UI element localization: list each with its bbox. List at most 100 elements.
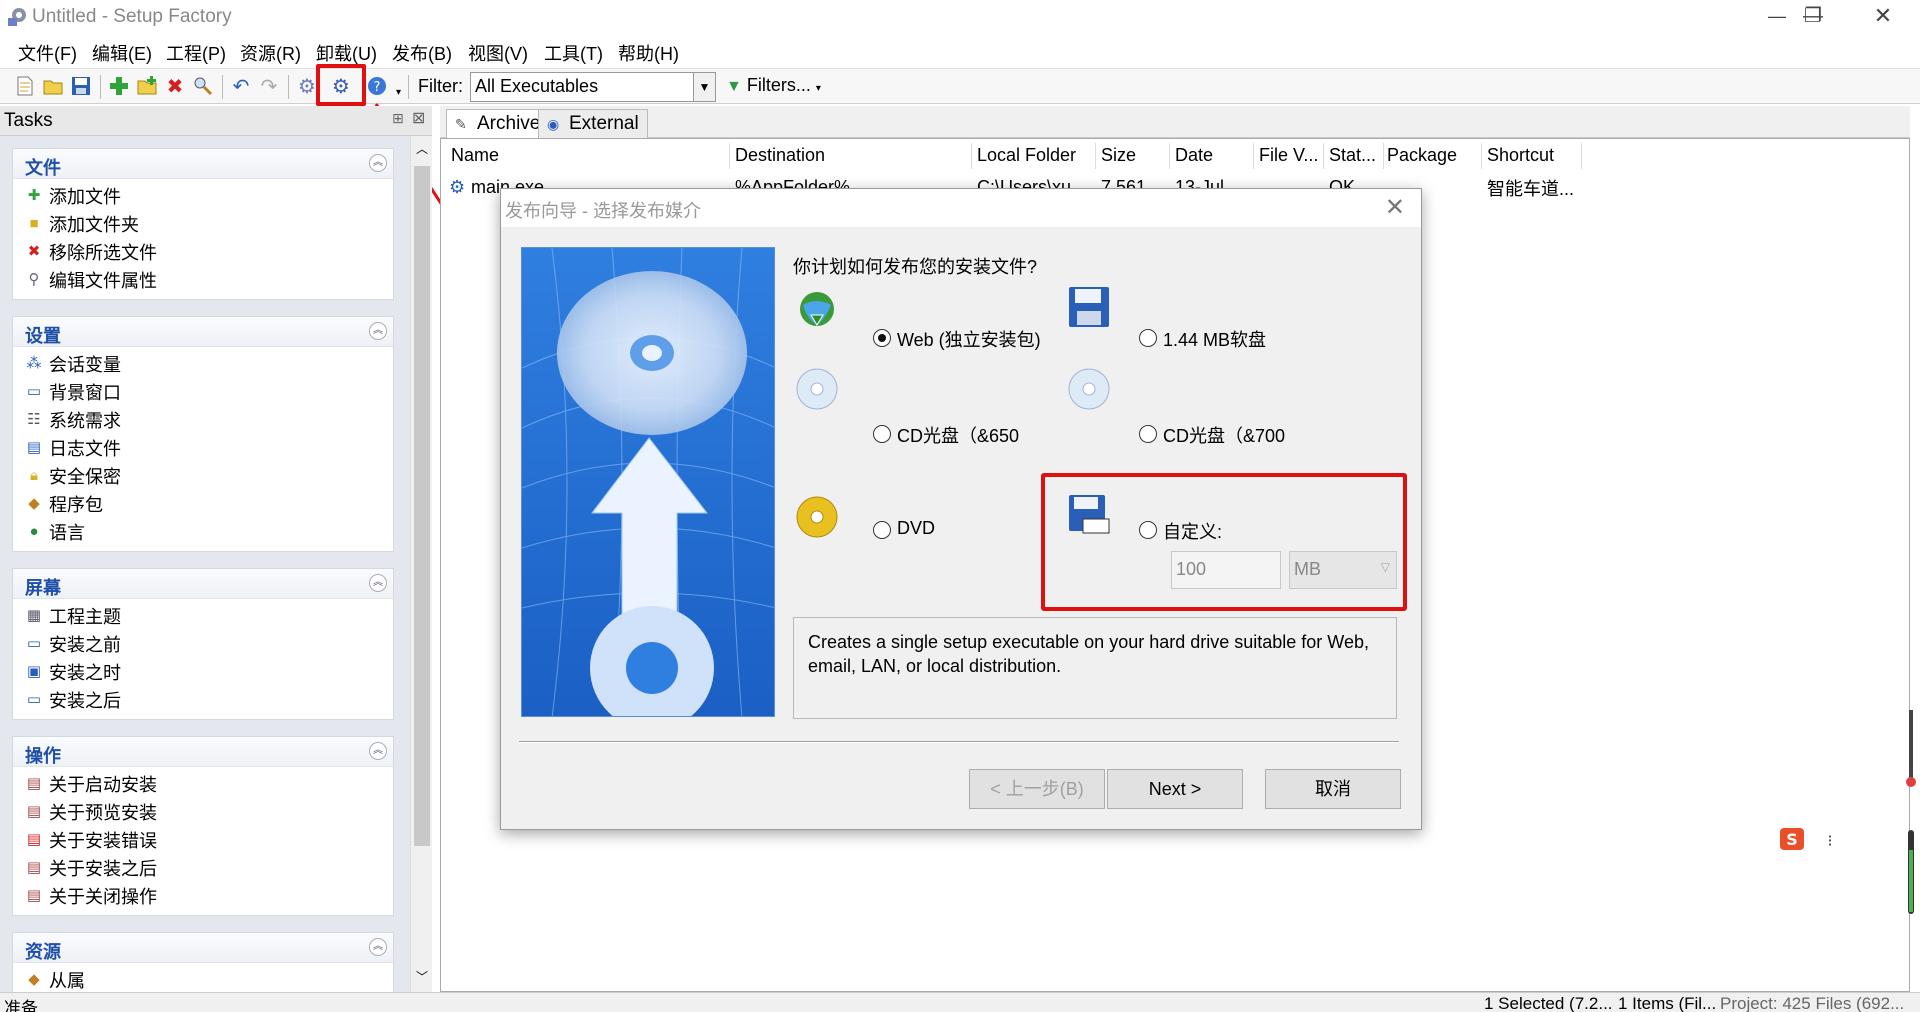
package-icon: ◆ <box>28 495 40 512</box>
radio-web[interactable] <box>873 329 891 347</box>
dialog-divider <box>519 741 1399 743</box>
open-folder-icon[interactable] <box>40 73 66 99</box>
col-package[interactable]: Package <box>1387 145 1457 166</box>
collapse-icon[interactable]: ︽ <box>369 574 387 592</box>
menu-resources[interactable]: 资源(R) <box>240 40 301 66</box>
task-after-install[interactable]: ▭ 安装之后 <box>13 687 393 715</box>
group-header[interactable]: 操作 ︽ <box>13 737 393 767</box>
collapse-icon[interactable]: ︽ <box>369 154 387 172</box>
collapse-icon[interactable]: ︽ <box>369 938 387 956</box>
cancel-button[interactable]: 取消 <box>1265 769 1401 809</box>
task-background-window[interactable]: ▭ 背景窗口 <box>13 379 393 407</box>
add-file-icon[interactable] <box>106 73 132 99</box>
scroll-down-icon[interactable]: ﹀ <box>416 968 428 985</box>
menu-project[interactable]: 工程(P) <box>166 40 226 66</box>
task-remove-files[interactable]: ✖ 移除所选文件 <box>13 239 393 267</box>
menu-view[interactable]: 视图(V) <box>468 40 528 66</box>
task-group-actions: 操作 ︽ ▤ 关于启动安装 ▤ 关于预览安装 ▤ 关于安装错误 ▤ 关于安装之后 ▤ 关于关… <box>12 736 394 916</box>
undo-icon[interactable]: ↶ <box>228 73 254 99</box>
task-add-folder[interactable]: ■ 添加文件夹 <box>13 211 393 239</box>
ime-toolbar[interactable]: S ⁝ <box>1774 822 1844 856</box>
option-cd-700-label[interactable]: CD光盘（&700 <box>1163 422 1285 448</box>
new-file-icon[interactable] <box>12 73 38 99</box>
col-destination[interactable]: Destination <box>735 145 825 166</box>
menu-tools[interactable]: 工具(T) <box>544 40 603 66</box>
redo-icon[interactable]: ↷ <box>256 73 282 99</box>
option-web-label[interactable]: Web (独立安装包) <box>897 326 1041 352</box>
task-packages[interactable]: ◆ 程序包 <box>13 491 393 519</box>
back-button[interactable]: < 上一步(B) <box>969 769 1105 809</box>
task-on-preview[interactable]: ▤ 关于预览安装 <box>13 799 393 827</box>
task-security[interactable]: 🔒︎ 安全保密 <box>13 463 393 491</box>
task-log-file[interactable]: ▤ 日志文件 <box>13 435 393 463</box>
task-during-install[interactable]: ▣ 安装之时 <box>13 659 393 687</box>
col-file-version[interactable]: File V... <box>1259 145 1318 166</box>
save-icon[interactable] <box>68 73 94 99</box>
toolbar-dropdown-icon[interactable]: ▾ <box>396 87 401 98</box>
exe-icon: ⚙ <box>449 177 466 197</box>
task-before-install[interactable]: ▭ 安装之前 <box>13 631 393 659</box>
collapse-icon[interactable]: ︽ <box>369 322 387 340</box>
option-cd-650-label[interactable]: CD光盘（&650 <box>897 422 1019 448</box>
task-project-theme[interactable]: ▦ 工程主题 <box>13 603 393 631</box>
task-on-shutdown[interactable]: ▤ 关于关闭操作 <box>13 883 393 911</box>
col-local-folder[interactable]: Local Folder <box>977 145 1076 166</box>
task-dependencies[interactable]: ◆ 从属 <box>13 967 393 992</box>
menu-publish[interactable]: 发布(B) <box>392 40 452 66</box>
group-header[interactable]: 屏幕 ︽ <box>13 569 393 599</box>
screen-icon: ▣ <box>26 663 42 680</box>
radio-dvd[interactable] <box>873 521 891 539</box>
collapse-icon[interactable]: ︽ <box>369 742 387 760</box>
menu-edit[interactable]: 编辑(E) <box>92 40 152 66</box>
tasks-panel: 文件 ︽ ✚ 添加文件 ■ 添加文件夹 ✖ 移除所选文件 ⚲ 编辑文件属性 设置 ︽ ⁂ 会话… <box>0 136 410 992</box>
filter-select[interactable]: All Executables ▼ <box>470 72 716 102</box>
option-floppy-label[interactable]: 1.44 MB软盘 <box>1163 326 1266 352</box>
script-icon: ▤ <box>26 859 42 876</box>
task-session-variables[interactable]: ⁂ 会话变量 <box>13 351 393 379</box>
task-on-startup[interactable]: ▤ 关于启动安装 <box>13 771 393 799</box>
filters-button[interactable]: ▼ Filters... ▾ <box>722 72 844 102</box>
task-system-requirements[interactable]: ☷ 系统需求 <box>13 407 393 435</box>
radio-cd-650[interactable] <box>873 425 891 443</box>
scroll-up-icon[interactable]: ︿ <box>416 140 428 157</box>
radio-cd-700[interactable] <box>1139 425 1157 443</box>
tab-archive[interactable]: ✎ Archive <box>446 109 550 138</box>
title-bar: Untitled - Setup Factory — <box>0 0 1920 34</box>
task-on-error[interactable]: ▤ 关于安装错误 <box>13 827 393 855</box>
task-edit-properties[interactable]: ⚲ 编辑文件属性 <box>13 267 393 295</box>
col-shortcut[interactable]: Shortcut <box>1487 145 1554 166</box>
search-icon[interactable] <box>190 73 216 99</box>
help-icon[interactable]: ? <box>364 73 390 99</box>
wizard-banner-image <box>521 247 775 717</box>
scroll-thumb[interactable] <box>414 166 430 846</box>
radio-floppy[interactable] <box>1139 329 1157 347</box>
close-icon[interactable]: ✕ <box>1385 193 1405 222</box>
pin-icon[interactable]: ⊞ <box>392 110 404 127</box>
task-language[interactable]: ● 语言 <box>13 519 393 547</box>
close-button[interactable]: ✕ <box>1848 0 1918 34</box>
col-size[interactable]: Size <box>1101 145 1136 166</box>
task-on-post-install[interactable]: ▤ 关于安装之后 <box>13 855 393 883</box>
dialog-title: 发布向导 - 选择发布媒介 <box>505 201 701 221</box>
menu-file[interactable]: 文件(F) <box>18 40 77 66</box>
col-name[interactable]: Name <box>451 145 499 166</box>
chevron-down-icon: ▼ <box>693 73 715 101</box>
restore-button[interactable]: ❐ <box>1778 0 1848 34</box>
close-panel-icon[interactable]: ⊠ <box>412 108 425 128</box>
remove-icon[interactable]: ✖ <box>162 73 188 99</box>
next-button[interactable]: Next > <box>1107 769 1243 809</box>
tasks-scrollbar[interactable]: ︿ ﹀ <box>410 136 432 992</box>
script-icon: ▤ <box>26 775 42 792</box>
option-dvd-label[interactable]: DVD <box>897 518 935 539</box>
group-header[interactable]: 设置 ︽ <box>13 317 393 347</box>
menu-help[interactable]: 帮助(H) <box>618 40 679 66</box>
task-add-file[interactable]: ✚ 添加文件 <box>13 183 393 211</box>
menu-uninstall[interactable]: 卸载(U) <box>316 40 377 66</box>
col-status[interactable]: Stat... <box>1329 145 1376 166</box>
group-header[interactable]: 资源 ︽ <box>13 933 393 963</box>
option-description: Creates a single setup executable on you… <box>793 617 1397 719</box>
add-folder-icon[interactable] <box>134 73 160 99</box>
tab-external[interactable]: ◉ External <box>538 109 648 138</box>
col-date[interactable]: Date <box>1175 145 1213 166</box>
group-header[interactable]: 文件 ︽ <box>13 149 393 179</box>
